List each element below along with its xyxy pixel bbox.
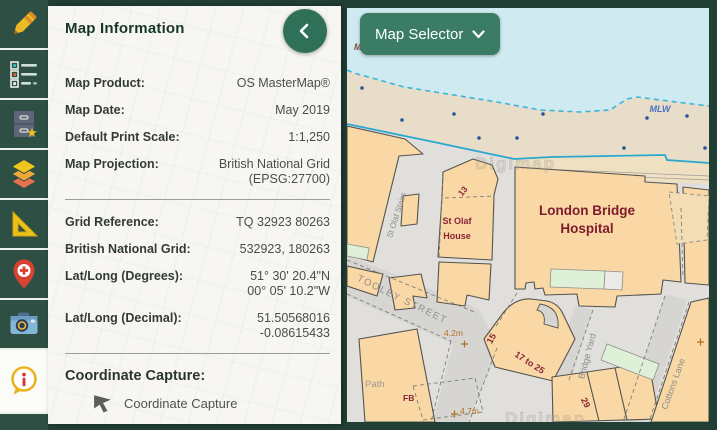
field-value: 1:1,250 xyxy=(288,130,330,145)
row-map-date: Map Date: May 2019 xyxy=(65,103,330,118)
row-map-product: Map Product: OS MasterMap® xyxy=(65,76,330,91)
sidebar-item-information[interactable] xyxy=(0,350,48,414)
divider xyxy=(65,199,330,200)
checklist-icon xyxy=(7,57,41,91)
app-window: ★ xyxy=(0,0,717,430)
base-map: Digimap Digimap Mud MLW St Olaf Stairs S… xyxy=(347,8,709,422)
cabinet-star-icon: ★ xyxy=(7,107,41,141)
field-value: OS MasterMap® xyxy=(237,76,330,91)
field-value: 51.50568016-0.08615433 xyxy=(257,311,330,341)
map-pin-icon xyxy=(7,257,41,291)
panel-title: Map Information xyxy=(65,20,185,37)
map-information-panel: Map Information Map Product: OS MasterMa… xyxy=(48,6,341,424)
hospital-label-1: London Bridge xyxy=(539,203,635,218)
courtyard-box xyxy=(604,271,623,290)
field-label: Map Projection: xyxy=(65,157,167,172)
fb-label: FB xyxy=(403,393,414,403)
field-value: May 2019 xyxy=(275,103,330,118)
chevron-down-icon xyxy=(472,30,485,39)
map-information-list: Map Product: OS MasterMap® Map Date: May… xyxy=(65,76,330,413)
field-value: British National Grid(EPSG:27700) xyxy=(219,157,330,187)
row-grid-reference: Grid Reference: TQ 32923 80263 xyxy=(65,215,330,230)
building-mid-block xyxy=(437,262,491,306)
mlw-label: MLW xyxy=(650,104,672,114)
sidebar-item-layers[interactable] xyxy=(0,150,48,200)
sidebar-item-legend[interactable] xyxy=(0,50,48,100)
camera-icon xyxy=(7,307,41,341)
sidebar-item-snapshot[interactable] xyxy=(0,300,48,350)
path-label: Path xyxy=(365,379,385,390)
hospital-label-2: Hospital xyxy=(560,221,613,236)
height-4-7-label: 4.7m xyxy=(460,406,479,416)
height-4-2-label: 4.2m xyxy=(444,328,463,338)
capture-arrow-icon xyxy=(93,393,113,413)
row-projection: Map Projection: British National Grid(EP… xyxy=(65,157,330,187)
field-value: 51° 30' 20.4"N00° 05' 10.2"W xyxy=(247,269,330,299)
map-selector-button[interactable]: Map Selector xyxy=(360,13,500,55)
collapse-panel-button[interactable] xyxy=(283,9,327,53)
coordinate-capture-label: Coordinate Capture xyxy=(124,396,237,411)
toolbar-sidebar: ★ xyxy=(0,0,48,430)
layers-icon xyxy=(7,157,41,191)
building-path-block xyxy=(359,329,435,422)
divider xyxy=(65,353,330,354)
digimap-watermark: Digimap xyxy=(505,409,586,422)
set-square-icon xyxy=(7,207,41,241)
st-olaf-house-label-1: St Olaf xyxy=(442,216,472,226)
row-print-scale: Default Print Scale: 1:1,250 xyxy=(65,130,330,145)
info-bubble-icon xyxy=(7,364,41,398)
coordinate-capture-item[interactable]: Coordinate Capture xyxy=(93,393,330,413)
field-label: Default Print Scale: xyxy=(65,130,188,145)
field-value: 532923, 180263 xyxy=(240,242,330,257)
courtyard-green xyxy=(550,269,605,289)
svg-text:★: ★ xyxy=(26,126,38,141)
row-latlong-decimal: Lat/Long (Decimal): 51.50568016-0.086154… xyxy=(65,311,330,341)
sidebar-item-measure[interactable] xyxy=(0,200,48,250)
st-olaf-house-label-2: House xyxy=(443,231,471,241)
row-bng: British National Grid: 532923, 180263 xyxy=(65,242,330,257)
map-selector-label: Map Selector xyxy=(375,26,463,43)
field-label: Map Date: xyxy=(65,103,133,118)
crayon-icon xyxy=(7,7,41,41)
sidebar-item-locate[interactable] xyxy=(0,250,48,300)
map-canvas[interactable]: Digimap Digimap Mud MLW St Olaf Stairs S… xyxy=(347,8,709,422)
st-olaf-house-building xyxy=(438,159,498,260)
field-label: British National Grid: xyxy=(65,242,199,257)
coordinate-capture-heading: Coordinate Capture: xyxy=(65,369,330,384)
field-label: Map Product: xyxy=(65,76,153,91)
digimap-watermark: Digimap xyxy=(475,154,556,173)
building-block-nw xyxy=(347,126,423,262)
field-label: Lat/Long (Degrees): xyxy=(65,269,191,284)
field-label: Lat/Long (Decimal): xyxy=(65,311,190,326)
sidebar-item-draw[interactable] xyxy=(0,0,48,50)
field-label: Grid Reference: xyxy=(65,215,167,230)
sidebar-item-archive[interactable]: ★ xyxy=(0,100,48,150)
row-latlong-degrees: Lat/Long (Degrees): 51° 30' 20.4"N00° 05… xyxy=(65,269,330,299)
field-value: TQ 32923 80263 xyxy=(236,215,330,230)
chevron-left-icon xyxy=(294,20,316,42)
